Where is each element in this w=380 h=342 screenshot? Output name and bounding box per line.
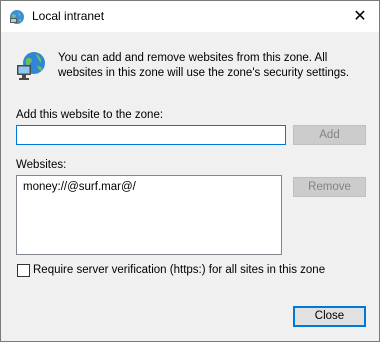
require-https-label[interactable]: Require server verification (https:) for… — [33, 264, 325, 276]
local-intranet-dialog: Local intranet ✕ You can add and remove … — [0, 0, 380, 342]
list-item[interactable]: money://@surf.mar@/ — [23, 181, 136, 193]
dialog-title: Local intranet — [32, 9, 105, 23]
websites-label: Websites: — [16, 159, 67, 171]
close-window-button[interactable]: ✕ — [341, 1, 379, 32]
add-site-label: Add this website to the zone: — [16, 109, 164, 121]
remove-button[interactable]: Remove — [293, 177, 366, 197]
add-button[interactable]: Add — [293, 125, 366, 145]
zone-description: You can add and remove websites from thi… — [58, 52, 350, 79]
close-button[interactable]: Close — [293, 306, 366, 327]
intranet-globe-icon — [17, 52, 45, 80]
add-site-input[interactable] — [16, 125, 286, 145]
websites-list[interactable]: money://@surf.mar@/ — [16, 175, 282, 255]
title-bar[interactable]: Local intranet ✕ — [1, 1, 379, 32]
globe-icon — [10, 10, 24, 24]
close-icon: ✕ — [353, 8, 367, 25]
require-https-checkbox[interactable] — [17, 264, 30, 277]
